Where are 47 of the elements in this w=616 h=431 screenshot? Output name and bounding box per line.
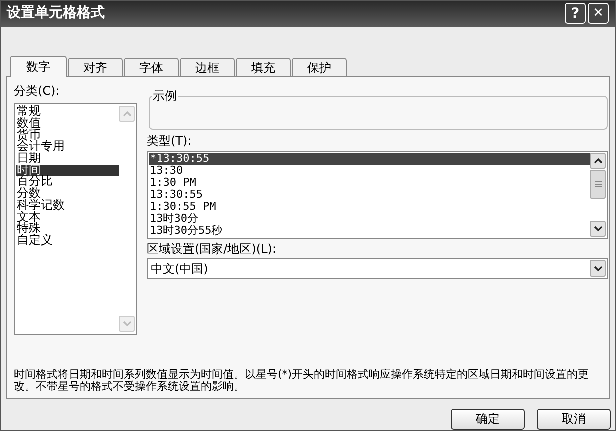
type-item[interactable]: *13:30:55 (149, 153, 590, 166)
locale-value: 中文(中国) (151, 260, 208, 277)
ok-button[interactable]: 确定 (451, 408, 525, 430)
grip-icon (594, 181, 602, 188)
type-item[interactable]: 13:30:55 (149, 189, 590, 202)
scroll-down-button[interactable] (590, 221, 606, 238)
cancel-button[interactable]: 取消 (537, 408, 611, 430)
tab[interactable]: 字体 (124, 58, 179, 76)
description-text: 时间格式将日期和时间系列数值显示为时间值。以星号(*)开头的时间格式响应操作系统特定的区域日期和时间设置的更改。不带星号的格式不受操作系统设置的影响。 (14, 369, 590, 394)
category-item[interactable]: 日期 (16, 153, 119, 165)
type-item[interactable]: 13:30 (149, 165, 590, 178)
sample-label: 示例 (152, 88, 178, 104)
category-item[interactable]: 百分比 (16, 176, 119, 188)
scroll-thumb[interactable] (590, 170, 606, 200)
type-label: 类型(T): (147, 133, 193, 150)
locale-dropdown[interactable]: 中文(中国) (147, 258, 608, 280)
category-label: 分类(C): (14, 83, 61, 100)
locale-label: 区域设置(国家/地区)(L): (147, 241, 278, 258)
category-item[interactable]: 特殊 (16, 223, 119, 235)
type-item[interactable]: 13时30分 (149, 213, 590, 226)
caret-down-icon (594, 226, 602, 232)
category-item[interactable]: 科学记数 (16, 200, 119, 212)
tab[interactable]: 数字 (10, 56, 67, 78)
tab[interactable]: 边框 (180, 58, 235, 76)
category-item[interactable]: 分数 (16, 188, 119, 200)
category-item[interactable]: 文本 (16, 212, 119, 224)
type-item[interactable]: 13时30分55秒 (149, 225, 590, 238)
caret-down-icon (594, 266, 602, 272)
type-item[interactable]: 1:30:55 PM (149, 201, 590, 214)
type-item[interactable]: 1:30 PM (149, 177, 590, 190)
category-item[interactable]: 会计专用 (16, 141, 119, 154)
tab[interactable]: 保护 (292, 58, 347, 76)
caret-down-icon (122, 321, 132, 328)
caret-up-icon (594, 158, 602, 164)
help-button[interactable]: ? (565, 3, 586, 24)
category-item[interactable]: 时间 (16, 164, 119, 176)
tab[interactable]: 填充 (236, 58, 291, 76)
caret-up-icon (122, 111, 132, 118)
category-item[interactable]: 数值 (16, 118, 119, 130)
window-title: 设置单元格格式 (7, 4, 105, 24)
category-item[interactable]: 货币 (16, 130, 119, 142)
category-item[interactable]: 常规 (16, 106, 119, 118)
category-item[interactable]: 自定义 (16, 234, 119, 247)
scroll-up-button[interactable] (590, 153, 606, 170)
dropdown-button[interactable] (590, 260, 606, 278)
close-button[interactable]: ✕ (588, 3, 609, 24)
tab[interactable]: 对齐 (68, 58, 123, 76)
